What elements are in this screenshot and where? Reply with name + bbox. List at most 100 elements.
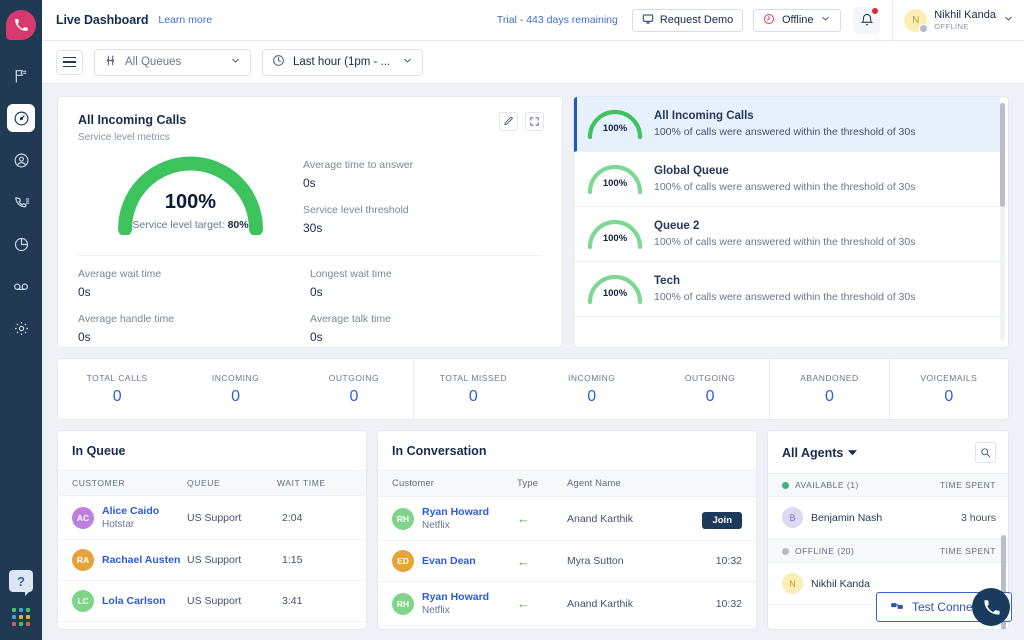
agent-row[interactable]: B Benjamin Nash 3 hours <box>768 497 1008 539</box>
in-conversation-panel: In Conversation Customer Type Agent Name… <box>377 430 757 630</box>
avatar: RA <box>72 549 94 571</box>
card-actions <box>499 112 544 131</box>
agent-group-available: AVAILABLE (1) TIME SPENT <box>768 473 1008 497</box>
kpi-outgoing: OUTGOING 0 <box>295 373 413 406</box>
caret-down-icon[interactable] <box>848 444 857 462</box>
queue-item-title: All Incoming Calls <box>654 110 915 122</box>
phone-logo-icon[interactable] <box>6 10 36 40</box>
header-right-group: Trial - 443 days remaining Request Demo … <box>497 0 1014 40</box>
card-divider <box>78 255 542 256</box>
top-metrics: Average time to answer 0s Service level … <box>303 153 542 249</box>
main-column: Live Dashboard Learn more Trial - 443 da… <box>42 0 1024 640</box>
column-header-type: Type <box>517 478 567 489</box>
learn-more-link[interactable]: Learn more <box>158 14 212 26</box>
trial-status-text: Trial - 443 days remaining <box>497 14 618 26</box>
table-row[interactable]: ED Evan Dean ← Myra Sutton 10:32 <box>378 541 756 582</box>
queue-item-text: All Incoming Calls 100% of calls were an… <box>654 110 915 138</box>
queue-list-item[interactable]: 100% Global Queue 100% of calls were ans… <box>574 152 1000 207</box>
table-row[interactable]: NN Nellie Norris US Support 1:43 <box>58 622 366 630</box>
mini-gauge: 100% <box>584 217 646 251</box>
kpi-missed-incoming: INCOMING 0 <box>533 373 651 406</box>
user-status: OFFLINE <box>934 21 996 32</box>
notification-badge-dot <box>872 8 878 14</box>
join-button[interactable]: Join <box>702 512 742 529</box>
queue-filter-dropdown[interactable]: All Queues <box>94 49 251 76</box>
queue-list-item[interactable]: 100% All Incoming Calls 100% of calls we… <box>574 97 1000 152</box>
customer-name[interactable]: Rachael Austen <box>102 554 187 566</box>
call-button[interactable] <box>972 588 1010 626</box>
scrollbar-track[interactable] <box>1000 103 1005 341</box>
agent-group-label: AVAILABLE (1) <box>795 480 859 490</box>
mini-gauge-value: 100% <box>584 233 646 244</box>
notifications-button[interactable] <box>853 7 880 34</box>
time-range-dropdown[interactable]: Last hour (1pm - ... <box>262 49 423 76</box>
kpi-label: OUTGOING <box>295 373 413 383</box>
queue-cell: US Support <box>187 554 282 566</box>
user-menu[interactable]: N Nikhil Kanda OFFLINE <box>893 9 1014 32</box>
wait-time-cell: 2:04 <box>282 512 302 524</box>
wait-time-cell: 1:15 <box>282 554 302 566</box>
table-row[interactable]: RH Ryan Howard Netflix ← Anand Karthik 1… <box>378 582 756 626</box>
sidebar-item-dashboard[interactable] <box>7 104 35 132</box>
gauge-container: 100% Service level target: 80% <box>78 153 303 249</box>
request-demo-button[interactable]: Request Demo <box>632 9 743 32</box>
help-icon[interactable]: ? <box>9 570 33 592</box>
customer-name[interactable]: Ryan Howard <box>422 506 517 518</box>
kpi-label: VOICEMAILS <box>890 373 1008 383</box>
in-conversation-header: In Conversation <box>378 431 756 470</box>
table-row[interactable]: RA Rachael Austen US Support 1:15 <box>58 540 366 581</box>
customer-name[interactable]: Evan Dean <box>422 555 517 567</box>
presence-status-dropdown[interactable]: Offline <box>753 9 841 32</box>
metric-label: Longest wait time <box>310 268 542 280</box>
bottom-metrics: Average wait time 0s Average handle time… <box>78 268 542 358</box>
table-row[interactable] <box>378 626 756 630</box>
queue-item-title: Queue 2 <box>654 220 915 232</box>
queue-list-item[interactable]: 100% Tech 100% of calls were answered wi… <box>574 262 1000 317</box>
table-row[interactable]: LC Lola Carlson US Support 3:41 <box>58 581 366 622</box>
queue-list-item[interactable]: 100% Queue 2 100% of calls were answered… <box>574 207 1000 262</box>
agent-name: Nikhil Kanda <box>811 578 870 590</box>
menu-toggle-button[interactable] <box>56 50 83 75</box>
kpi-value: 0 <box>176 388 294 406</box>
queue-item-text: Global Queue 100% of calls were answered… <box>654 165 915 193</box>
top-header: Live Dashboard Learn more Trial - 443 da… <box>42 0 1024 41</box>
column-header-queue: QUEUE <box>187 478 277 488</box>
table-row[interactable]: AC Alice Caido Hotstar US Support 2:04 <box>58 496 366 540</box>
agent-name-cell: Anand Karthik <box>567 513 687 525</box>
sidebar-item-settings[interactable] <box>7 314 35 342</box>
customer-company: Netflix <box>422 605 517 616</box>
metric-value: 30s <box>303 221 542 235</box>
sidebar-item-voicemail[interactable] <box>7 272 35 300</box>
customer-name[interactable]: Ryan Howard <box>422 591 517 603</box>
sidebar-item-flag[interactable] <box>7 62 35 90</box>
kpi-value: 0 <box>770 388 888 406</box>
kpi-value: 0 <box>890 388 1008 406</box>
search-icon[interactable] <box>975 442 996 463</box>
sidebar-item-analytics[interactable] <box>7 230 35 258</box>
avatar-initials: RA <box>77 555 89 565</box>
table-row[interactable]: RH Ryan Howard Netflix ← Anand Karthik J… <box>378 497 756 541</box>
app-grid-icon[interactable] <box>12 608 30 626</box>
in-queue-title: In Queue <box>72 444 125 458</box>
expand-icon[interactable] <box>525 112 544 131</box>
scrollbar-thumb[interactable] <box>1000 103 1005 207</box>
kpi-label: TOTAL CALLS <box>58 373 176 383</box>
incoming-arrow-icon: ← <box>517 512 567 525</box>
service-level-subtitle: Service level metrics <box>78 132 542 143</box>
sidebar-item-contacts[interactable] <box>7 146 35 174</box>
customer-name[interactable]: Lola Carlson <box>102 595 187 607</box>
sidebar-item-calls[interactable] <box>7 188 35 216</box>
filter-toolbar: All Queues Last hour (1pm - ... <box>42 41 1024 84</box>
edit-icon[interactable] <box>499 112 518 131</box>
avatar-initial: B <box>789 513 795 523</box>
customer-name[interactable]: Alice Caido <box>102 505 187 517</box>
avatar-initial: N <box>912 15 919 26</box>
queue-item-title: Global Queue <box>654 165 915 177</box>
bottom-metrics-left: Average wait time 0s Average handle time… <box>78 268 310 358</box>
hamburger-line <box>63 66 76 68</box>
duration-cell: 10:32 <box>716 555 742 567</box>
mini-gauge-value: 100% <box>584 178 646 189</box>
kpi-value: 0 <box>651 388 769 406</box>
all-agents-title[interactable]: All Agents <box>782 446 843 460</box>
customer-cell: Ryan Howard Netflix <box>422 591 517 616</box>
